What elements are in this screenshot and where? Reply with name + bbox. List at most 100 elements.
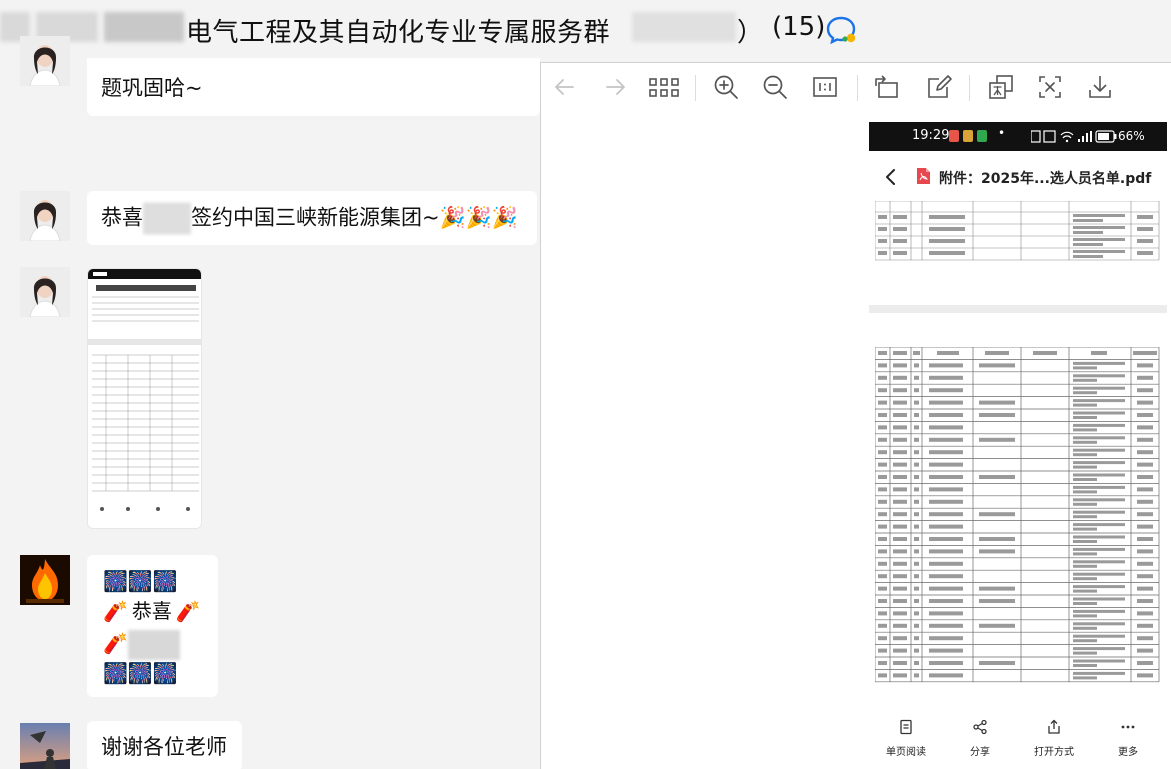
chat-message-list[interactable]: 题巩固哈~ 恭喜 签约中国三峡新能源集团~🎉🎉🎉 🎆🎆🎆 🧨 恭喜 🧨 🧨 🎆🎆… (0, 36, 540, 769)
table-cell-text (893, 475, 907, 479)
table-cell-text (1073, 515, 1097, 519)
table-cell-text (1073, 547, 1125, 551)
zoom-in-icon[interactable] (712, 73, 740, 101)
masked-name (127, 629, 180, 660)
table-cell-text (1073, 589, 1097, 593)
message-text: 题巩固哈~ (101, 76, 203, 100)
grid-icon[interactable] (648, 73, 680, 101)
sticker-message[interactable]: 🎆🎆🎆 🧨 恭喜 🧨 🧨 🎆🎆🎆 (87, 555, 218, 697)
avatar[interactable] (20, 36, 70, 86)
table-cell-text (878, 537, 887, 541)
back-arrow-icon[interactable] (551, 73, 579, 101)
more-button[interactable]: 更多 (1091, 719, 1165, 758)
table-cell-text (893, 512, 907, 517)
firecracker-row: 🧨 恭喜 🧨 (103, 599, 201, 623)
sunset-avatar-icon (20, 723, 70, 769)
viewed-image[interactable]: 19:29 • 66% 附件：2025年...选人员名单.pdf 单页阅读 分享… (869, 122, 1167, 769)
battery-icon (1095, 130, 1117, 143)
table-cell-text (1137, 462, 1153, 467)
table-cell-text (914, 388, 919, 393)
table-cell-text (929, 661, 963, 665)
table-cell-text (1073, 602, 1097, 605)
table-cell-text (878, 475, 887, 479)
table-cell-text (929, 462, 963, 467)
single-page-button[interactable]: 单页阅读 (869, 719, 943, 758)
actual-size-icon[interactable] (811, 73, 839, 101)
extract-text-icon[interactable] (1036, 73, 1064, 101)
table-cell-text (1133, 351, 1157, 355)
table-cell-text (1073, 436, 1125, 440)
zoom-out-icon[interactable] (761, 73, 789, 101)
footer-label: 分享 (970, 747, 990, 758)
table-cell-text (1073, 391, 1097, 395)
table-cell-text (1137, 673, 1153, 678)
table-cell-text (893, 363, 907, 368)
status-icons (1031, 130, 1092, 143)
table-cell-text (878, 574, 887, 579)
table-cell-text (914, 586, 919, 591)
table-cell-text (1137, 648, 1153, 653)
message-bubble[interactable]: 题巩固哈~ (87, 58, 540, 116)
table-cell-text (929, 388, 963, 393)
table-cell-text (1073, 366, 1097, 370)
table-cell-text (1073, 461, 1125, 465)
page-gap (869, 305, 1167, 313)
toolbar-divider (969, 75, 970, 101)
table-cell-text (1073, 386, 1125, 390)
edit-icon[interactable] (925, 73, 953, 101)
table-cell-text (929, 512, 963, 517)
table-cell-text (878, 487, 887, 492)
avatar[interactable] (20, 555, 70, 605)
avatar[interactable] (20, 723, 70, 769)
open-with-button[interactable]: 打开方式 (1017, 719, 1091, 758)
doc-title: 附件：2025年...选人员名单.pdf (939, 171, 1152, 187)
table-cell-text (1137, 561, 1153, 566)
table-cell-text (893, 636, 907, 641)
footer-label: 打开方式 (1034, 747, 1074, 758)
table-cell-text (893, 648, 907, 653)
table-cell-text (979, 475, 1015, 479)
table-cell-text (878, 636, 887, 641)
table-cell-text (1073, 523, 1125, 527)
table-cell-text (893, 437, 907, 442)
table-cell-text (1073, 622, 1125, 626)
message-bubble[interactable]: 恭喜 签约中国三峡新能源集团~🎉🎉🎉 (87, 191, 537, 245)
table-cell-text (914, 636, 919, 641)
message-text: 签约中国三峡新能源集团~ (191, 205, 440, 230)
table-cell-text (1073, 527, 1097, 531)
table-cell-text (913, 351, 920, 355)
download-icon[interactable] (1086, 73, 1114, 101)
masked-name (143, 202, 191, 235)
blurred-region (104, 12, 184, 42)
rotate-icon[interactable] (873, 73, 901, 101)
message-bubble[interactable]: 谢谢各位老师 (87, 721, 242, 769)
table-cell-text (929, 425, 963, 430)
table-cell-text (929, 599, 963, 603)
share-button[interactable]: 分享 (943, 719, 1017, 758)
translate-icon[interactable] (987, 73, 1015, 101)
table-cell-text (1137, 623, 1153, 628)
image-viewer-panel[interactable]: 19:29 • 66% 附件：2025年...选人员名单.pdf 单页阅读 分享… (540, 62, 1171, 769)
table-cell-text (1073, 651, 1097, 655)
avatar[interactable] (20, 267, 70, 317)
table-cell-text (1073, 552, 1097, 556)
table-cell-text (893, 450, 907, 455)
member-count[interactable]: (15) (772, 12, 825, 42)
group-chat-icon[interactable] (826, 14, 858, 44)
table-cell-text (878, 524, 887, 529)
table-cell-text (979, 537, 1015, 541)
forward-arrow-icon[interactable] (601, 73, 629, 101)
table-cell-text (878, 450, 887, 455)
image-message-thumbnail[interactable] (87, 268, 202, 529)
table-cell-text (929, 524, 963, 529)
table-cell-text (929, 437, 963, 442)
table-cell-text (1073, 535, 1125, 539)
avatar[interactable] (20, 191, 70, 241)
table-cell-text (1073, 473, 1125, 477)
table-cell-text (893, 351, 907, 355)
table-cell-text (1137, 661, 1153, 665)
table-cell-text (1033, 351, 1057, 355)
pdf-file-icon (917, 168, 930, 184)
table-cell-text (1073, 560, 1125, 564)
group-name-close-paren: ） (737, 18, 764, 48)
